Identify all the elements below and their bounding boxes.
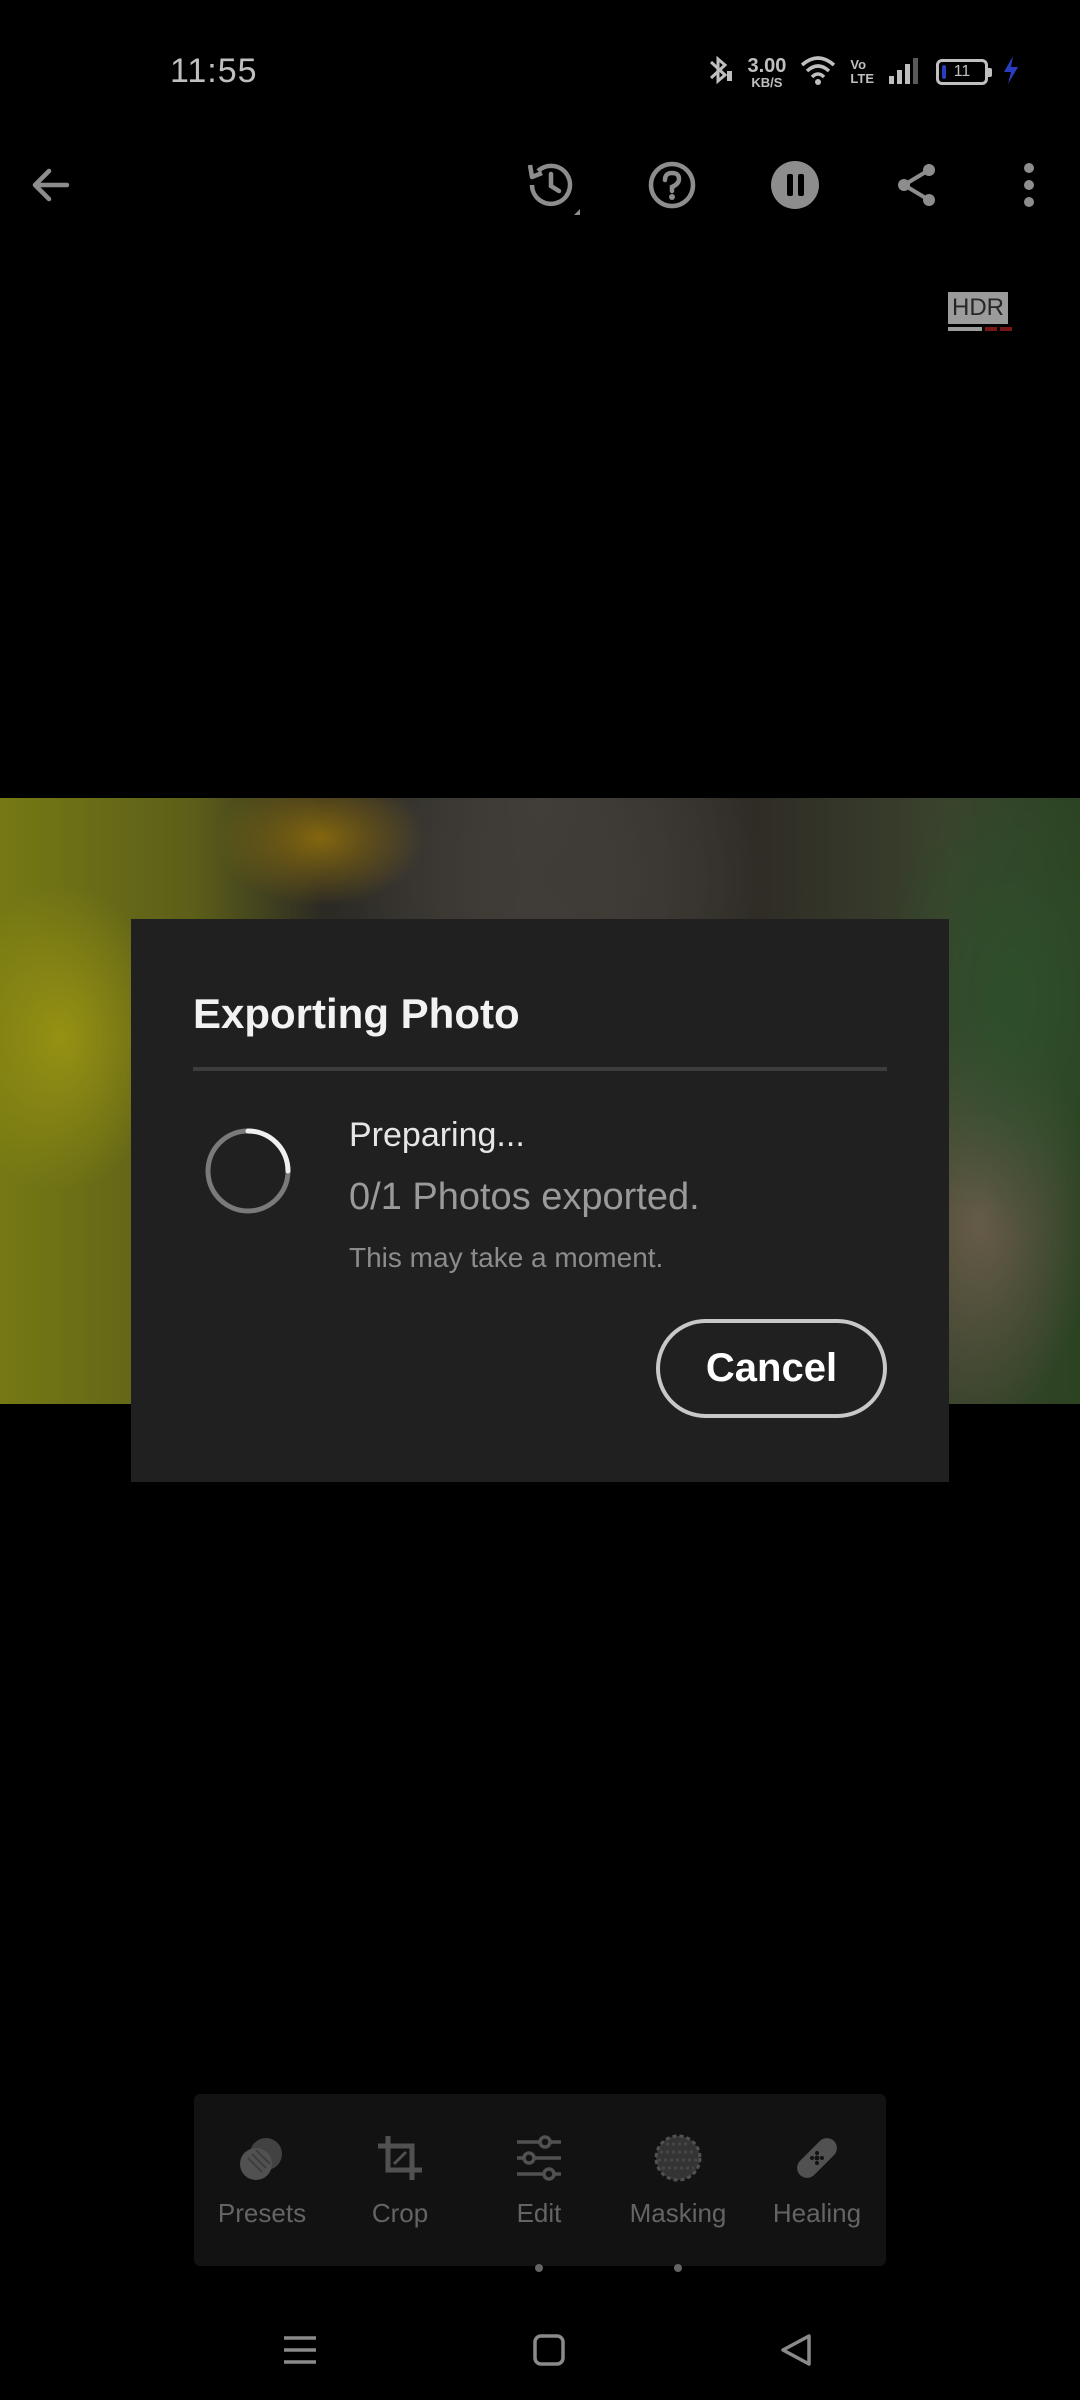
tool-crop[interactable]: Crop bbox=[340, 2128, 460, 2229]
system-navigation-bar bbox=[0, 2300, 1080, 2400]
masking-icon bbox=[648, 2128, 708, 2188]
tool-edit[interactable]: Edit bbox=[479, 2128, 599, 2229]
home-icon[interactable] bbox=[519, 2320, 579, 2380]
tool-presets[interactable]: Presets bbox=[202, 2128, 322, 2229]
recent-apps-icon[interactable] bbox=[270, 2320, 330, 2380]
cancel-button[interactable]: Cancel bbox=[656, 1319, 887, 1418]
crop-icon bbox=[370, 2128, 430, 2188]
export-progress-count: 0/1 Photos exported. bbox=[349, 1176, 700, 1218]
export-hint: This may take a moment. bbox=[349, 1242, 664, 1273]
loading-spinner-icon bbox=[204, 1127, 292, 1215]
export-status: Preparing... bbox=[349, 1116, 525, 1154]
tool-label: Edit bbox=[516, 2198, 562, 2228]
dialog-divider bbox=[193, 1067, 887, 1071]
edit-active-dot bbox=[535, 2264, 543, 2272]
back-triangle-icon[interactable] bbox=[766, 2320, 826, 2380]
dialog-title: Exporting Photo bbox=[193, 990, 520, 1037]
tool-healing[interactable]: Healing bbox=[757, 2128, 877, 2229]
export-dialog: Exporting Photo Preparing... 0/1 Photos … bbox=[132, 920, 948, 1481]
edit-tools-panel: Presets Crop Edit Masking Healing bbox=[194, 2094, 886, 2272]
tool-label: Masking bbox=[629, 2198, 727, 2228]
tool-masking[interactable]: Masking bbox=[618, 2128, 738, 2229]
tool-label: Presets bbox=[217, 2198, 307, 2228]
lightroom-editor-screen: 11:55 3.00 KB/S Vo LTE 11 HDR Exporting … bbox=[0, 0, 1080, 2400]
presets-icon bbox=[232, 2128, 292, 2188]
tool-label: Crop bbox=[371, 2198, 429, 2228]
healing-bandage-icon bbox=[787, 2128, 847, 2188]
masking-active-dot bbox=[674, 2264, 682, 2272]
edit-sliders-icon bbox=[509, 2128, 569, 2188]
tool-label: Healing bbox=[772, 2198, 862, 2228]
